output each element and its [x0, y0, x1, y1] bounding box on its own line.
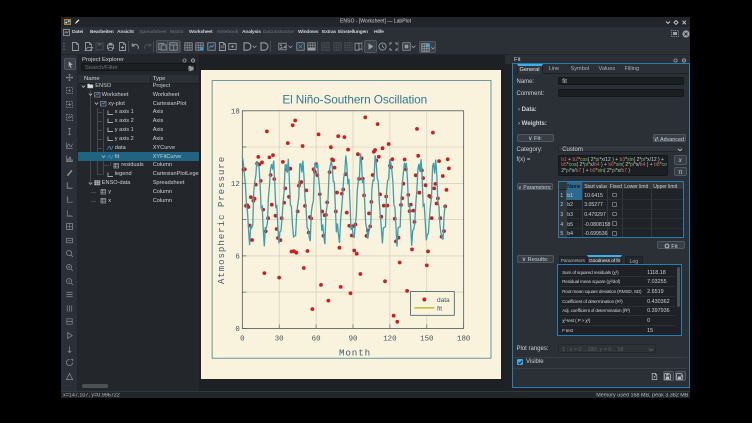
svg-text:0: 0 [240, 335, 244, 343]
svg-text:data: data [437, 297, 450, 304]
svg-text:180: 180 [457, 335, 470, 343]
svg-text:30: 30 [274, 335, 283, 343]
svg-text:Atmospheric Pressure: Atmospheric Pressure [216, 155, 227, 283]
svg-text:90: 90 [348, 335, 357, 343]
svg-text:18: 18 [231, 108, 240, 116]
svg-text:150: 150 [420, 335, 433, 343]
svg-text:6: 6 [235, 253, 239, 261]
svg-text:fit: fit [437, 305, 442, 312]
svg-text:60: 60 [311, 335, 320, 343]
svg-text:0: 0 [235, 326, 239, 334]
svg-text:El Niño-Southern Oscillation: El Niño-Southern Oscillation [282, 92, 427, 106]
svg-text:120: 120 [383, 335, 396, 343]
svg-text:Month: Month [339, 347, 371, 358]
svg-text:12: 12 [231, 180, 240, 188]
